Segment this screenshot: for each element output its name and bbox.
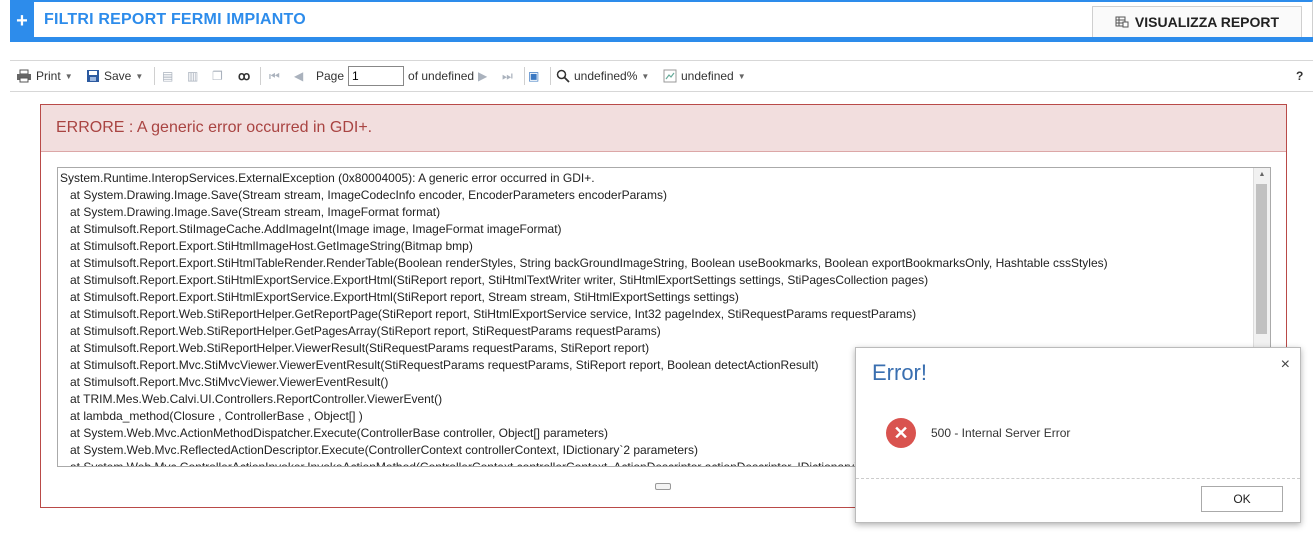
scroll-up-icon[interactable]: ▲ xyxy=(1254,168,1270,182)
previous-page-button[interactable]: ◀ xyxy=(294,61,303,91)
parameters-icon: ▥ xyxy=(187,69,199,83)
toolbar-divider xyxy=(154,67,155,85)
stack-trace-line: at System.Drawing.Image.Save(Stream stre… xyxy=(60,205,441,219)
page-title: FILTRI REPORT FERMI IMPIANTO xyxy=(44,11,306,28)
stack-trace-line: at System.Drawing.Image.Save(Stream stre… xyxy=(60,188,667,202)
save-button[interactable]: Save ▼ xyxy=(86,61,143,91)
chevron-down-icon: ▼ xyxy=(737,71,746,81)
full-screen-icon: ▣ xyxy=(528,69,540,83)
last-page-icon: ⏭ xyxy=(502,68,513,83)
thumbnails-icon: ❐ xyxy=(212,69,223,83)
stack-trace-line: at Stimulsoft.Report.Web.StiReportHelper… xyxy=(60,324,661,338)
dialog-message: 500 - Internal Server Error xyxy=(931,426,1071,440)
help-button[interactable]: ? xyxy=(1296,61,1303,91)
printer-icon xyxy=(17,69,31,83)
filters-header: + FILTRI REPORT FERMI IMPIANTO VISUALIZZ… xyxy=(10,0,1313,42)
resize-handle[interactable] xyxy=(655,483,671,490)
print-label: Print xyxy=(36,69,61,83)
view-mode-label: undefined xyxy=(681,69,734,83)
find-button[interactable]: ꝏ xyxy=(238,61,250,91)
page-label: Page xyxy=(316,69,345,83)
thumbnails-button[interactable]: ❐ xyxy=(212,61,223,91)
page-navigator: Page of undefined xyxy=(316,61,474,91)
chevron-down-icon: ▼ xyxy=(641,71,650,81)
plus-icon: + xyxy=(16,9,28,32)
first-page-icon: ⏮ xyxy=(269,68,280,83)
next-page-button[interactable]: ▶ xyxy=(478,61,487,91)
error-dialog: Error! × ✕ 500 - Internal Server Error O… xyxy=(855,347,1301,523)
report-grid-icon xyxy=(1115,16,1129,28)
error-x-icon: ✕ xyxy=(886,418,916,448)
toolbar-divider xyxy=(524,67,525,85)
stack-trace-line: at Stimulsoft.Report.Export.StiHtmlTable… xyxy=(60,256,1108,270)
visualize-report-label: VISUALIZZA REPORT xyxy=(1134,14,1280,30)
toolbar-divider xyxy=(550,67,551,85)
zoom-label: undefined% xyxy=(574,69,638,83)
visualize-report-button[interactable]: VISUALIZZA REPORT xyxy=(1092,6,1302,38)
dialog-body: ✕ 500 - Internal Server Error xyxy=(886,418,1070,448)
full-screen-button[interactable]: ▣ xyxy=(528,61,539,91)
page-count-label: of undefined xyxy=(408,69,475,83)
next-page-icon: ▶ xyxy=(478,69,488,83)
dialog-title: Error! xyxy=(872,360,927,385)
first-page-button[interactable]: ⏮ xyxy=(269,61,280,91)
chevron-down-icon: ▼ xyxy=(135,71,144,81)
stack-trace-line: at Stimulsoft.Report.StiImageCache.AddIm… xyxy=(60,222,562,236)
binoculars-icon: ꝏ xyxy=(238,69,251,83)
stack-trace-line: at Stimulsoft.Report.Export.StiHtmlExpor… xyxy=(60,273,929,287)
stack-trace-line: at Stimulsoft.Report.Export.StiHtmlImage… xyxy=(60,239,473,253)
stack-trace-line: System.Runtime.InteropServices.ExternalE… xyxy=(60,171,595,185)
toolbar-divider xyxy=(260,67,261,85)
floppy-disk-icon xyxy=(87,70,99,82)
stack-trace-line: at Stimulsoft.Report.Export.StiHtmlExpor… xyxy=(60,290,739,304)
print-button[interactable]: Print ▼ xyxy=(16,61,73,91)
close-icon[interactable]: × xyxy=(1281,356,1290,374)
broken-image-icon xyxy=(663,69,677,83)
expand-filters-button[interactable]: + xyxy=(10,0,34,42)
header-title-box: FILTRI REPORT FERMI IMPIANTO VISUALIZZA … xyxy=(34,0,1313,38)
chevron-down-icon: ▼ xyxy=(64,71,73,81)
zoom-dropdown[interactable]: undefined% ▼ xyxy=(556,61,649,91)
error-heading: ERRORE : A generic error occurred in GDI… xyxy=(41,105,1286,152)
view-mode-dropdown[interactable]: undefined ▼ xyxy=(663,61,746,91)
page-number-input[interactable] xyxy=(348,66,405,86)
previous-page-icon: ◀ xyxy=(294,69,304,83)
scrollbar-thumb[interactable] xyxy=(1256,184,1267,334)
report-viewer-toolbar: Print ▼ Save ▼ ▤ ▥ ❐ ꝏ ⏮ ◀ Page of undef… xyxy=(10,60,1313,92)
magnifier-icon xyxy=(556,69,570,83)
parameters-button[interactable]: ▥ xyxy=(187,61,198,91)
bookmarks-button[interactable]: ▤ xyxy=(162,61,173,91)
header-accent-bar xyxy=(34,37,1313,42)
last-page-button[interactable]: ⏭ xyxy=(502,61,513,91)
save-label: Save xyxy=(104,69,132,83)
dialog-footer-divider xyxy=(856,478,1300,479)
bookmarks-icon: ▤ xyxy=(162,69,174,83)
help-icon: ? xyxy=(1296,69,1304,83)
stack-trace-line: at Stimulsoft.Report.Web.StiReportHelper… xyxy=(60,307,917,321)
ok-button[interactable]: OK xyxy=(1201,486,1283,512)
